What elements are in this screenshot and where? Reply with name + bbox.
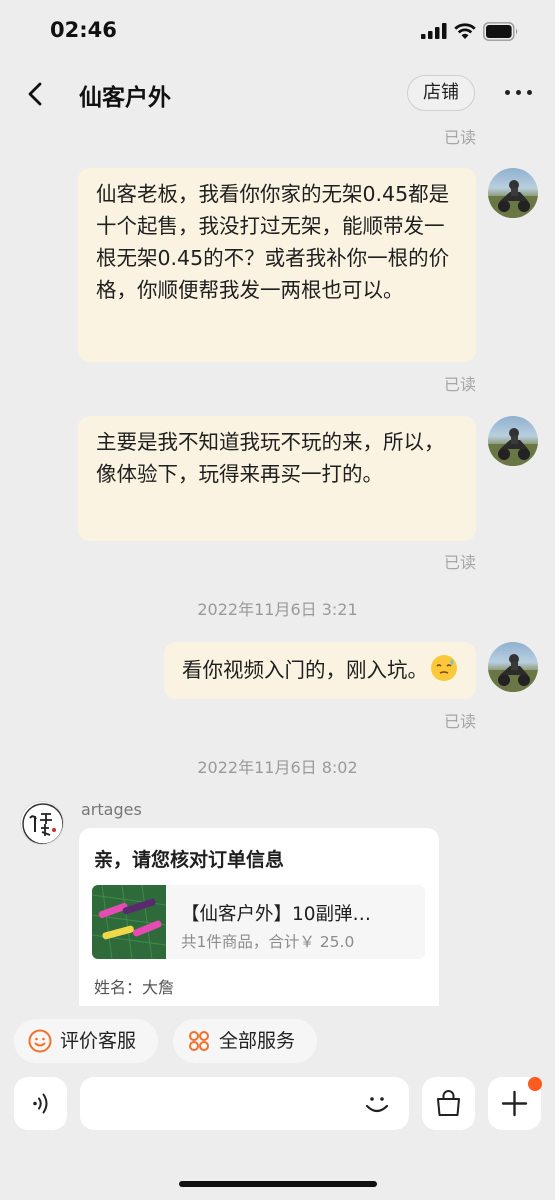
order-product-row[interactable]: 【仙客户外】10副弹… 共1件商品，合计￥ 25.0 [92, 885, 425, 959]
product-thumbnail [92, 885, 166, 959]
order-name-row: 姓名：大詹 [94, 974, 174, 998]
motorcycle-photo-icon [488, 428, 538, 466]
battery-icon [483, 22, 518, 41]
sweat-smile-emoji-icon [431, 655, 457, 681]
shop-logo-icon [22, 803, 63, 844]
notification-dot [528, 1077, 542, 1091]
time-divider: 2022年11月6日 8:02 [197, 758, 358, 777]
time-divider: 2022年11月6日 3:21 [197, 600, 358, 619]
user-avatar[interactable] [488, 416, 538, 466]
sender-name: artages [81, 800, 142, 819]
read-status: 已读 [443, 128, 476, 147]
product-summary: 共1件商品，合计￥ 25.0 [181, 933, 355, 951]
voice-icon [33, 1093, 48, 1114]
name-label: 姓名： [94, 978, 143, 997]
wifi-icon [454, 23, 476, 39]
motorcycle-photo-icon [488, 654, 538, 692]
message-bubble[interactable]: 主要是我不知道我玩不玩的来，所以，像体验下，玩得来再买一打的。 [78, 416, 476, 541]
voice-input-button[interactable] [14, 1077, 67, 1130]
message-bubble[interactable]: 看你视频入门的，刚入坑。 [164, 642, 476, 699]
order-card-heading: 亲，请您核对订单信息 [94, 849, 285, 871]
order-bag-button[interactable] [422, 1077, 475, 1130]
status-time: 02:46 [50, 18, 117, 42]
rate-service-button[interactable]: 评价客服 [14, 1019, 158, 1063]
name-value: 大詹 [142, 978, 175, 997]
shop-avatar[interactable] [20, 801, 64, 845]
chat-title: 仙客户外 [79, 85, 171, 111]
user-avatar[interactable] [488, 168, 538, 218]
nav-bar: 仙客户外 店铺 [0, 62, 555, 126]
message-input[interactable] [80, 1077, 409, 1130]
user-avatar[interactable] [488, 642, 538, 692]
shop-button[interactable]: 店铺 [407, 75, 475, 111]
emoji-icon[interactable] [362, 1089, 392, 1119]
all-services-button[interactable]: 全部服务 [173, 1019, 317, 1063]
plus-icon [501, 1090, 528, 1117]
read-status: 已读 [443, 553, 476, 572]
motorcycle-photo-icon [488, 180, 538, 218]
message-text: 看你视频入门的，刚入坑。 [182, 658, 428, 682]
more-options-icon[interactable] [505, 90, 533, 98]
all-services-label: 全部服务 [219, 1030, 296, 1052]
rate-service-label: 评价客服 [60, 1030, 137, 1052]
shopping-bag-icon [437, 1090, 460, 1116]
message-bubble[interactable]: 仙客老板，我看你你家的无架0.45都是十个起售，我没打过无架，能顺带发一根无架0… [78, 168, 476, 362]
home-indicator [179, 1181, 377, 1187]
status-bar: 02:46 [0, 0, 555, 62]
order-info-card[interactable]: 亲，请您核对订单信息 【仙客户外】10副弹… 共1件商品，合计￥ 25.0 姓名… [79, 828, 439, 1006]
back-arrow-icon[interactable] [22, 80, 50, 108]
services-grid-icon [189, 1031, 209, 1051]
product-title: 【仙客户外】10副弹… [181, 904, 372, 925]
read-status: 已读 [443, 712, 476, 731]
smiley-icon [28, 1029, 52, 1053]
read-status: 已读 [443, 375, 476, 394]
product-image-icon [92, 885, 166, 959]
signal-icon [421, 23, 447, 39]
